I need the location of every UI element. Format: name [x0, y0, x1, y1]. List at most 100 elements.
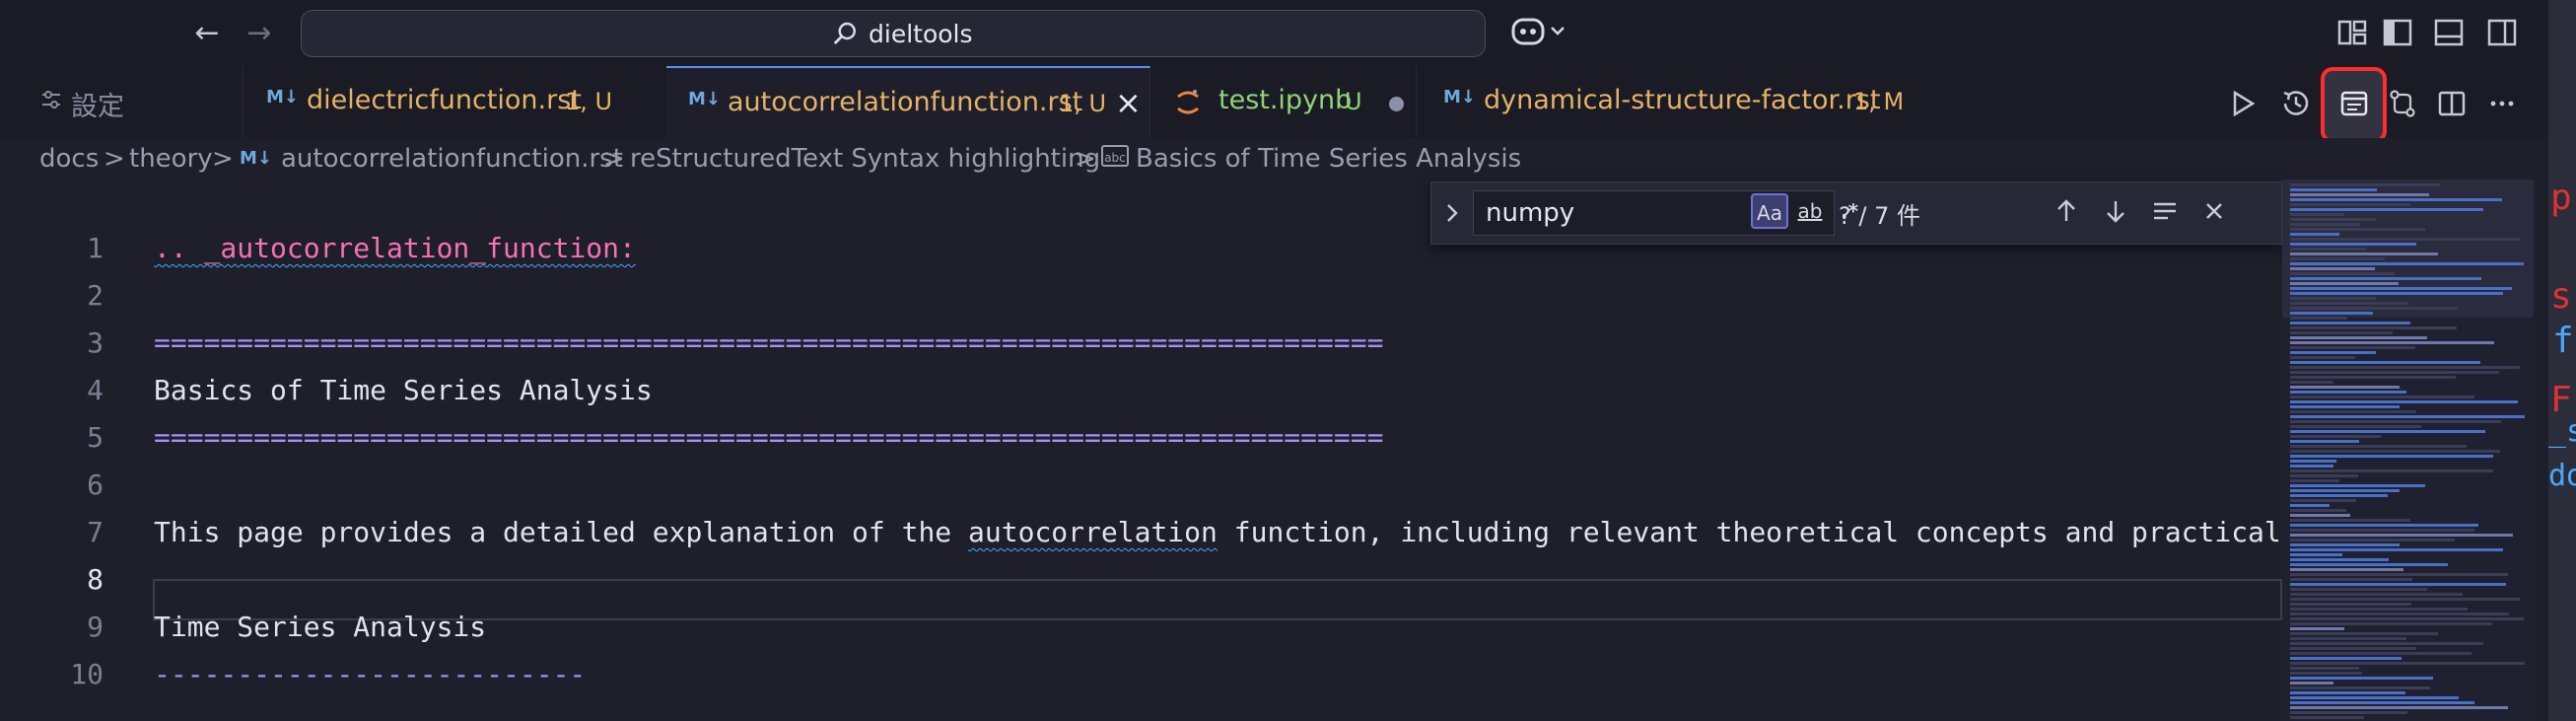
minimap-line	[2290, 672, 2362, 675]
background-text-fragment: s	[2550, 276, 2572, 317]
minimap-line	[2290, 608, 2468, 611]
tab-dynamical-structure-factor[interactable]: M↓ dynamical-structure-factor.rst 1, M	[1416, 66, 1948, 138]
line-number: 3	[87, 326, 104, 359]
minimap-line	[2290, 282, 2399, 285]
split-editor-icon[interactable]	[2435, 87, 2469, 120]
minimap-line	[2290, 696, 2459, 699]
markdown-file-icon: M↓	[1443, 87, 1476, 108]
minimap-line	[2290, 257, 2385, 260]
minimap-line	[2290, 297, 2376, 300]
minimap-line	[2290, 716, 2364, 719]
next-match-arrow-icon[interactable]	[2099, 194, 2132, 228]
command-center-search[interactable]: dieltools	[301, 10, 1486, 57]
tab-dielectricfunction[interactable]: M↓ dielectricfunction.rst 1, U	[243, 66, 667, 138]
minimap-line	[2290, 568, 2403, 571]
find-input-value: numpy	[1486, 198, 1575, 228]
forward-arrow-icon[interactable]: →	[240, 14, 279, 53]
code-editor[interactable]: 1 .. _autocorrelation_function: 2 3 ========…	[0, 180, 2287, 721]
breadcrumb: docs > theory > M↓ autocorrelationfuncti…	[0, 138, 2548, 180]
breadcrumb-docs[interactable]: docs	[39, 144, 99, 174]
breadcrumb-separator: >	[603, 144, 625, 174]
minimap-line	[2290, 376, 2456, 379]
minimap-line	[2290, 667, 2359, 670]
close-find-icon[interactable]	[2197, 194, 2231, 228]
code-line: ========================================…	[154, 421, 1384, 454]
markdown-file-icon: M↓	[266, 87, 299, 108]
match-whole-word-toggle[interactable]: ab	[1791, 193, 1829, 229]
line-number: 1	[87, 232, 104, 264]
minimap-line	[2290, 558, 2389, 561]
minimap-line	[2290, 218, 2376, 221]
find-in-selection-icon[interactable]	[2148, 194, 2182, 228]
code-line: --------------------------	[154, 658, 587, 690]
minimap-line	[2290, 425, 2421, 428]
minimap-line	[2290, 346, 2415, 349]
run-icon[interactable]	[2226, 87, 2260, 120]
minimap-line	[2290, 322, 2410, 324]
vertical-scrollbar[interactable]	[2536, 180, 2548, 721]
minimap-line	[2290, 193, 2429, 196]
minimap-line	[2290, 617, 2524, 620]
code-line: .. _autocorrelation_function:	[154, 232, 636, 264]
back-arrow-icon[interactable]: ←	[187, 14, 227, 53]
tab-autocorrelationfunction[interactable]: M↓ autocorrelationfunction.rst 1, U ×	[666, 66, 1150, 140]
tab-label: dielectricfunction.rst	[307, 85, 582, 115]
code-line: ========================================…	[154, 326, 1384, 359]
more-actions-icon[interactable]	[2485, 87, 2519, 120]
minimap-line	[2290, 272, 2395, 275]
minimap-line	[2290, 474, 2358, 477]
minimap-line	[2290, 519, 2410, 522]
minimap-line	[2290, 637, 2406, 640]
minimap-line	[2290, 351, 2376, 354]
tab-settings[interactable]: 設定	[0, 66, 244, 138]
copilot-icon[interactable]	[1510, 14, 1571, 49]
tab-label: 設定	[71, 92, 124, 122]
minimap-line	[2290, 613, 2509, 615]
previous-match-arrow-icon[interactable]	[2050, 194, 2083, 228]
minimap-line	[2290, 188, 2377, 191]
minimap-line	[2290, 583, 2506, 586]
minimap-line	[2290, 326, 2457, 329]
spelling-squiggle: autocorrelation	[968, 516, 1218, 548]
tab-label: autocorrelationfunction.rst	[728, 87, 1083, 117]
editor-tab-bar: 設定 M↓ dielectricfunction.rst 1, U M↓ aut…	[0, 66, 2548, 140]
minimap-line	[2290, 410, 2416, 413]
find-input[interactable]: numpy Aa ab .*	[1473, 190, 1858, 236]
toggle-secondary-sidebar-icon[interactable]	[2486, 17, 2518, 48]
tab-test-ipynb[interactable]: test.ipynb U	[1149, 66, 1417, 138]
source-control-compare-icon[interactable]	[2386, 87, 2419, 120]
tab-badge: U	[1345, 88, 1362, 115]
tab-label: dynamical-structure-factor.rst	[1484, 85, 1881, 115]
minimap-line	[2290, 302, 2408, 305]
minimap-line	[2290, 588, 2427, 591]
close-icon[interactable]: ×	[1115, 84, 1142, 121]
minimap-line	[2290, 682, 2333, 685]
minimap-line	[2290, 450, 2500, 453]
minimap[interactable]	[2282, 180, 2534, 721]
toggle-primary-sidebar-icon[interactable]	[2382, 17, 2413, 48]
minimap-line	[2290, 440, 2359, 443]
open-preview-icon[interactable]	[2337, 87, 2371, 120]
minimap-line	[2290, 529, 2474, 532]
unsaved-dot-icon[interactable]	[1389, 97, 1404, 111]
settings-icon	[42, 91, 60, 108]
minimap-line	[2290, 262, 2524, 265]
minimap-line	[2290, 317, 2347, 320]
breadcrumb-section[interactable]: Basics of Time Series Analysis	[1136, 144, 1521, 174]
line-number: 2	[87, 279, 104, 312]
toggle-panel-icon[interactable]	[2433, 17, 2465, 48]
background-text-fragment: f	[2552, 321, 2574, 361]
search-icon	[833, 22, 856, 44]
tab-badge: 1, U	[1059, 90, 1107, 117]
chevron-right-icon[interactable]	[1441, 200, 1463, 226]
breadcrumb-theory[interactable]: theory	[129, 144, 213, 174]
breadcrumb-file[interactable]: autocorrelationfunction.rst	[281, 144, 623, 174]
breadcrumb-syntax[interactable]: reStructuredText Syntax highlighting	[630, 144, 1100, 174]
customize-layout-icon[interactable]	[2336, 17, 2368, 48]
tab-badge: 1, M	[1853, 88, 1905, 115]
minimap-line	[2290, 223, 2360, 226]
minimap-line	[2290, 312, 2373, 315]
timeline-history-icon[interactable]	[2279, 87, 2313, 120]
match-case-toggle[interactable]: Aa	[1751, 193, 1788, 229]
minimap-line	[2290, 652, 2472, 655]
